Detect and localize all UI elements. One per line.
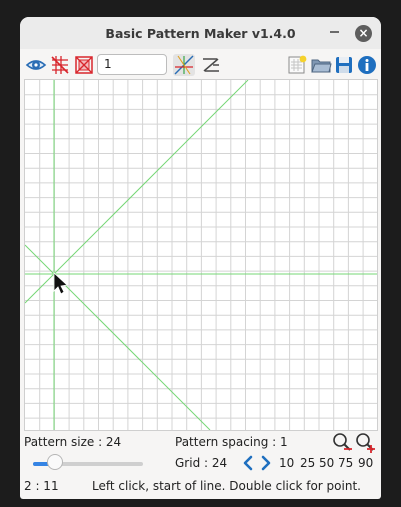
pattern-canvas[interactable]: [24, 79, 378, 431]
app-window: Basic Pattern Maker v1.4.0 × 1 Pattern s…: [20, 17, 381, 499]
grid-label: Grid : 24: [175, 456, 228, 470]
preset-90[interactable]: 90: [358, 456, 373, 470]
grid-drawing: [25, 80, 377, 430]
value-input[interactable]: 1: [97, 54, 167, 75]
new-file-icon[interactable]: [286, 54, 308, 76]
pattern-size-label: Pattern size : 24: [24, 435, 122, 449]
cursor-coordinates: 2 : 11: [24, 479, 59, 493]
guide-line-diagonal: [25, 244, 211, 430]
window-title: Basic Pattern Maker v1.4.0: [105, 26, 296, 41]
guide-line-diagonal: [25, 80, 249, 304]
grid-toggle-icon[interactable]: [49, 54, 71, 76]
size-slider-handle[interactable]: [47, 454, 63, 470]
crossing-lines-icon[interactable]: [200, 54, 222, 76]
zoom-out-icon[interactable]: [331, 431, 353, 453]
zoom-in-icon[interactable]: [354, 431, 376, 453]
preset-10[interactable]: 10: [279, 456, 294, 470]
previous-arrow-icon[interactable]: [241, 454, 255, 472]
frame-toggle-icon[interactable]: [73, 54, 95, 76]
line-tool-icon[interactable]: [173, 54, 195, 76]
next-arrow-icon[interactable]: [259, 454, 273, 472]
title-bar[interactable]: Basic Pattern Maker v1.4.0 ×: [20, 17, 381, 49]
open-folder-icon[interactable]: [310, 54, 332, 76]
mouse-cursor-icon: [53, 272, 68, 295]
save-icon[interactable]: [333, 54, 355, 76]
preset-75[interactable]: 75: [338, 456, 353, 470]
hint-text: Left click, start of line. Double click …: [92, 479, 361, 493]
eye-icon[interactable]: [25, 54, 47, 76]
preset-25[interactable]: 25: [300, 456, 315, 470]
toolbar: 1: [20, 49, 381, 79]
close-button[interactable]: ×: [355, 25, 372, 42]
preset-50[interactable]: 50: [319, 456, 334, 470]
minimize-button[interactable]: [330, 31, 339, 33]
info-icon[interactable]: [356, 54, 378, 76]
pattern-spacing-label: Pattern spacing : 1: [175, 435, 288, 449]
